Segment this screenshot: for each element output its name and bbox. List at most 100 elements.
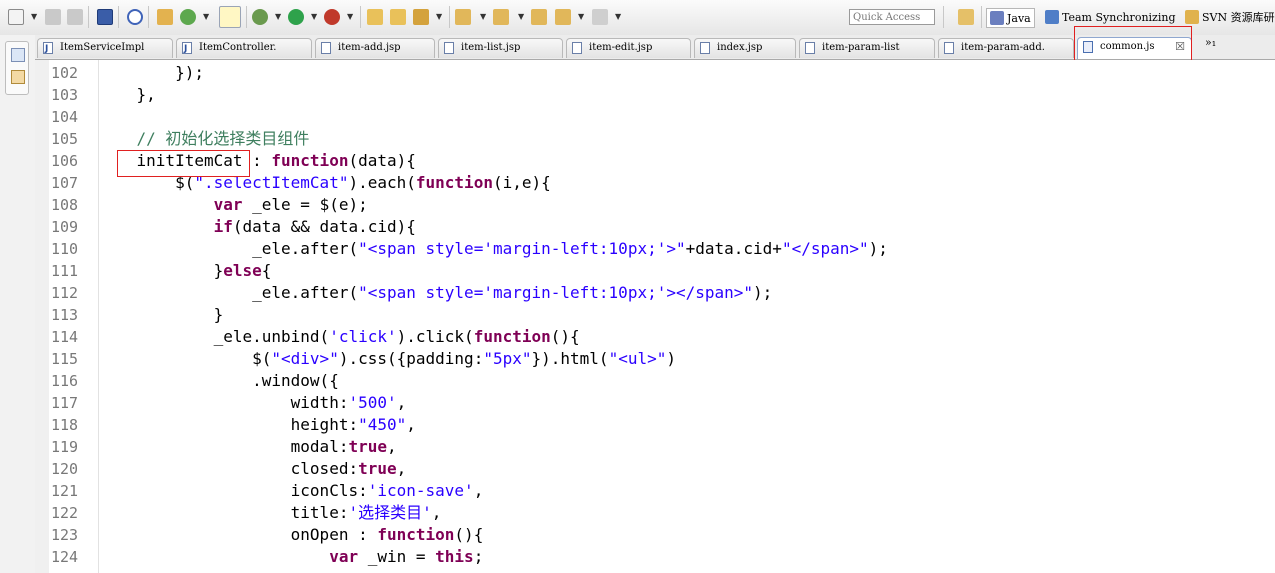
open-type-icon[interactable] <box>367 9 383 25</box>
console-icon[interactable] <box>97 9 113 25</box>
prev-annotation-icon[interactable] <box>493 9 509 25</box>
line-number: 108 <box>51 196 79 214</box>
code-line: if(data && data.cid){ <box>213 217 416 236</box>
tab-index-jsp[interactable]: index.jsp <box>694 38 796 58</box>
perspective-svn[interactable]: SVN 资源库研 <box>1185 8 1275 28</box>
code-line: // 初始化选择类目组件 <box>136 129 310 148</box>
back-icon[interactable] <box>555 9 571 25</box>
forward-dropdown-icon[interactable]: ▼ <box>615 11 621 23</box>
next-annotation-icon[interactable] <box>455 9 471 25</box>
code-line: _ele.after("<span style='margin-left:10p… <box>98 283 773 302</box>
code-line: title:'选择类目', <box>98 503 442 522</box>
tab-item-param-add[interactable]: item-param-add. <box>938 38 1074 58</box>
line-number: 109 <box>51 218 79 236</box>
new-dropdown-icon[interactable]: ▼ <box>31 11 37 23</box>
search-icon[interactable] <box>413 9 429 25</box>
tab-label: item-param-add. <box>961 42 1045 53</box>
line-number: 114 <box>51 328 79 346</box>
code-line: $("<div>").css({padding:"5px"}).html("<u… <box>98 349 676 368</box>
code-line: _ele.after("<span style='margin-left:10p… <box>98 239 888 258</box>
tab-label: ItemServiceImpl <box>60 42 145 53</box>
tab-label: item-edit.jsp <box>589 42 653 53</box>
open-perspective-icon[interactable] <box>958 9 974 25</box>
main-toolbar: ▼ ▼ ▼ ▼ ▼ ▼ ▼ ▼ ▼ ▼ Java Team Synchroniz… <box>0 0 1275 36</box>
perspective-java[interactable]: Java <box>986 8 1035 28</box>
tab-item-edit-jsp[interactable]: item-edit.jsp <box>566 38 691 58</box>
external-tools-icon[interactable] <box>324 9 340 25</box>
line-number: 106 <box>51 152 79 170</box>
code-area[interactable]: }); }, // 初始化选择类目组件 initItemCat : functi… <box>98 60 1275 573</box>
last-edit-icon[interactable] <box>531 9 547 25</box>
new-icon[interactable] <box>8 9 24 25</box>
run-icon[interactable] <box>288 9 304 25</box>
tab-itemserviceimpl[interactable]: ItemServiceImpl <box>37 38 173 58</box>
external-tools-dropdown-icon[interactable]: ▼ <box>347 11 353 23</box>
line-number: 105 <box>51 130 79 148</box>
hierarchy-view-icon[interactable] <box>11 70 25 84</box>
skip-breakpoints-icon[interactable] <box>127 9 143 25</box>
code-line: closed:true, <box>98 459 407 478</box>
code-line: }, <box>98 85 156 104</box>
open-folder-icon[interactable] <box>390 9 406 25</box>
jsp-file-icon <box>444 42 454 54</box>
tab-label: item-add.jsp <box>338 42 401 53</box>
java-perspective-icon <box>990 11 1004 25</box>
code-editor[interactable]: 102 103 104 105 106 107 108 109 110 111 112 113 114 1… <box>35 60 1275 573</box>
line-number: 115 <box>51 350 79 368</box>
jsp-file-icon <box>321 42 331 54</box>
tab-common-js[interactable]: common.js ☒ <box>1077 37 1192 59</box>
tab-item-add-jsp[interactable]: item-add.jsp <box>315 38 435 58</box>
jsp-file-icon <box>944 42 954 54</box>
jsp-file-icon <box>572 42 582 54</box>
code-line: _ele.unbind('click').click(function(){ <box>98 327 580 346</box>
line-number: 124 <box>51 548 79 566</box>
code-line: width:'500', <box>98 393 407 412</box>
close-tab-icon[interactable]: ☒ <box>1175 38 1185 56</box>
java-file-icon <box>43 40 53 58</box>
save-icon[interactable] <box>45 9 61 25</box>
line-number: 103 <box>51 86 79 104</box>
line-number: 113 <box>51 306 79 324</box>
left-trim-bar <box>0 35 36 573</box>
edit-highlight-icon[interactable] <box>219 6 241 28</box>
forward-icon[interactable] <box>592 9 608 25</box>
jsp-file-icon <box>805 42 815 54</box>
code-line: height:"450", <box>98 415 416 434</box>
tab-overflow-chevron-icon[interactable]: »₁ <box>1205 36 1216 49</box>
line-number: 123 <box>51 526 79 544</box>
refresh-dropdown-icon[interactable]: ▼ <box>203 11 209 23</box>
prev-annotation-dropdown-icon[interactable]: ▼ <box>518 11 524 23</box>
debug-icon[interactable] <box>252 9 268 25</box>
jsp-file-icon <box>700 42 710 54</box>
next-annotation-dropdown-icon[interactable]: ▼ <box>480 11 486 23</box>
line-number: 122 <box>51 504 79 522</box>
line-number: 118 <box>51 416 79 434</box>
tab-itemcontroller[interactable]: ItemController. <box>176 38 312 58</box>
line-number-ruler: 102 103 104 105 106 107 108 109 110 111 112 113 114 1… <box>49 60 99 573</box>
search-dropdown-icon[interactable]: ▼ <box>436 11 442 23</box>
code-line: modal:true, <box>98 437 397 456</box>
run-dropdown-icon[interactable]: ▼ <box>311 11 317 23</box>
line-number: 102 <box>51 64 79 82</box>
quick-access-input[interactable] <box>849 9 935 25</box>
tab-item-list-jsp[interactable]: item-list.jsp <box>438 38 563 58</box>
line-number: 119 <box>51 438 79 456</box>
package-icon[interactable] <box>157 9 173 25</box>
back-dropdown-icon[interactable]: ▼ <box>578 11 584 23</box>
line-number: 112 <box>51 284 79 302</box>
tab-label: ItemController. <box>199 42 277 53</box>
annotation-ruler <box>35 60 50 573</box>
debug-dropdown-icon[interactable]: ▼ <box>275 11 281 23</box>
code-line: var _ele = $(e); <box>213 195 368 214</box>
perspective-team-sync[interactable]: Team Synchronizing <box>1045 8 1175 28</box>
tab-item-param-list[interactable]: item-param-list <box>799 38 935 58</box>
line-number: 110 <box>51 240 79 258</box>
restore-icon[interactable] <box>11 48 25 62</box>
code-line: } <box>98 305 224 324</box>
save-all-icon[interactable] <box>67 9 83 25</box>
line-number: 116 <box>51 372 79 390</box>
tab-label: common.js <box>1100 41 1155 52</box>
line-number: 121 <box>51 482 79 500</box>
refresh-icon[interactable] <box>180 9 196 25</box>
line-number: 111 <box>51 262 79 280</box>
